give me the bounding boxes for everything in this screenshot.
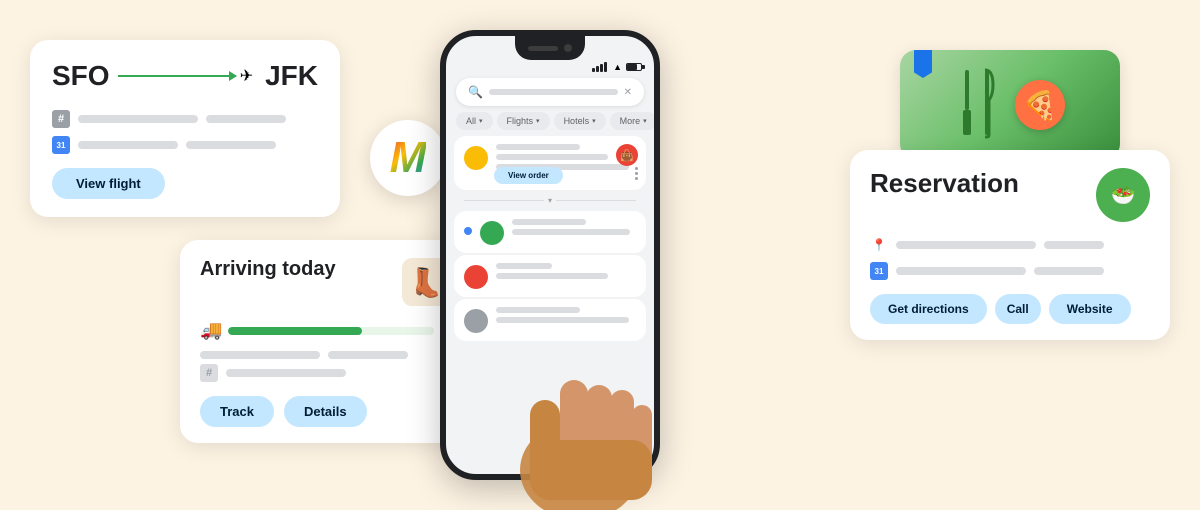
meta-bar-1 bbox=[78, 115, 198, 123]
arriving-bars: # bbox=[200, 351, 450, 382]
flight-arrow-line bbox=[118, 75, 236, 77]
arriving-bar-1 bbox=[200, 351, 320, 359]
email-avatar-2 bbox=[480, 221, 504, 245]
calendar-icon: 31 bbox=[52, 136, 70, 154]
details-button[interactable]: Details bbox=[284, 396, 367, 427]
divider-row: ▾ bbox=[454, 192, 646, 209]
food-card-background: 🍕 bbox=[900, 50, 1120, 160]
email-item-4[interactable] bbox=[454, 299, 646, 341]
chip-1[interactable]: All ▾ bbox=[456, 112, 493, 130]
flight-meta: # 31 bbox=[52, 110, 318, 154]
restaurant-icon: 🥗 bbox=[1096, 168, 1150, 222]
food-icon-svg: 🥗 bbox=[1103, 175, 1143, 215]
filter-chips: All ▾ Flights ▾ Hotels ▾ More ▾ bbox=[446, 112, 654, 136]
food-pizza-icon: 🍕 bbox=[1015, 80, 1065, 130]
meta-bar-3 bbox=[78, 141, 178, 149]
call-button[interactable]: Call bbox=[995, 294, 1041, 324]
flight-card: SFO ✈ JFK # 31 View flight bbox=[30, 40, 340, 217]
phone-speaker bbox=[528, 46, 558, 51]
search-bar-fill bbox=[489, 89, 618, 95]
clear-search-icon[interactable]: ✕ bbox=[624, 87, 632, 98]
flight-route: SFO ✈ JFK bbox=[52, 60, 318, 92]
email-item-3[interactable] bbox=[454, 255, 646, 297]
chip-3[interactable]: Hotels ▾ bbox=[554, 112, 606, 130]
food-card: 🍕 bbox=[900, 50, 1120, 160]
location-icon: 📍 bbox=[870, 236, 888, 254]
reservation-title: Reservation bbox=[870, 168, 1019, 199]
email-list: 👜 View order ▾ bbox=[446, 136, 654, 341]
reservation-buttons: Get directions Call Website bbox=[870, 294, 1150, 324]
phone-notch bbox=[515, 36, 585, 60]
chip-2[interactable]: Flights ▾ bbox=[497, 112, 550, 130]
website-button[interactable]: Website bbox=[1049, 294, 1131, 324]
cutlery-icon bbox=[955, 65, 1015, 145]
hash-icon: # bbox=[52, 110, 70, 128]
reservation-meta: 📍 31 bbox=[870, 236, 1150, 280]
email-item-1[interactable]: 👜 View order bbox=[454, 136, 646, 190]
track-button[interactable]: Track bbox=[200, 396, 274, 427]
flight-meta-row-2: 31 bbox=[52, 136, 318, 154]
phone-search-bar[interactable]: 🔍 ✕ bbox=[456, 78, 644, 106]
reservation-card: Reservation 🥗 📍 31 Get directions Call W… bbox=[850, 150, 1170, 340]
wifi-icon: ▲ bbox=[613, 62, 622, 72]
search-icon: 🔍 bbox=[468, 85, 483, 99]
phone-camera bbox=[564, 44, 572, 52]
expand-icon[interactable]: ▾ bbox=[548, 196, 552, 205]
battery-icon bbox=[626, 63, 642, 71]
flight-meta-row-1: # bbox=[52, 110, 318, 128]
truck-icon: 🚚 bbox=[200, 320, 222, 341]
flight-arrow: ✈ bbox=[118, 66, 258, 86]
email-avatar-4 bbox=[464, 309, 488, 333]
arriving-header: Arriving today 👢 bbox=[200, 258, 450, 306]
chip-arrow-icon: ▾ bbox=[479, 117, 483, 125]
phone-body: ▲ 🔍 ✕ All ▾ Flights ▾ Hotels ▾ bbox=[440, 30, 660, 480]
meta-bar-4 bbox=[186, 141, 276, 149]
arriving-meta-row-2: # bbox=[200, 364, 450, 382]
unread-dot bbox=[464, 227, 472, 235]
plane-icon: ✈ bbox=[240, 66, 253, 86]
email-action-pill[interactable]: View order bbox=[494, 167, 563, 184]
chip-arrow-icon-4: ▾ bbox=[643, 117, 647, 125]
flight-to: JFK bbox=[265, 60, 318, 92]
more-options-icon[interactable] bbox=[635, 167, 638, 180]
email-content-2 bbox=[512, 219, 636, 239]
chip-arrow-icon-2: ▾ bbox=[536, 117, 540, 125]
meta-bar-2 bbox=[206, 115, 286, 123]
progress-fill bbox=[228, 327, 362, 335]
arriving-meta-row-1 bbox=[200, 351, 450, 359]
email-avatar-3 bbox=[464, 265, 488, 289]
svg-text:🥗: 🥗 bbox=[1111, 185, 1136, 207]
arriving-card: Arriving today 👢 🚚 # Track Details bbox=[180, 240, 470, 443]
bookmark-icon bbox=[914, 50, 932, 78]
arriving-title: Arriving today bbox=[200, 258, 336, 281]
email-avatar-1 bbox=[464, 146, 488, 170]
progress-track bbox=[228, 327, 434, 335]
battery-fill bbox=[627, 64, 637, 70]
email-content-4 bbox=[496, 307, 636, 327]
signal-icon bbox=[592, 62, 607, 72]
arriving-bar-3 bbox=[226, 369, 346, 377]
res-meta-row-2: 31 bbox=[870, 262, 1150, 280]
arriving-buttons: Track Details bbox=[200, 396, 450, 427]
res-meta-row-1: 📍 bbox=[870, 236, 1150, 254]
flight-from: SFO bbox=[52, 60, 110, 92]
email-content-3 bbox=[496, 263, 636, 283]
chip-arrow-icon-3: ▾ bbox=[592, 117, 596, 125]
chip-4[interactable]: More ▾ bbox=[610, 112, 654, 130]
gmail-m-icon: M bbox=[390, 133, 427, 183]
get-directions-button[interactable]: Get directions bbox=[870, 294, 987, 324]
bag-badge-icon: 👜 bbox=[616, 144, 638, 166]
gmail-logo: M bbox=[370, 120, 446, 196]
phone[interactable]: ▲ 🔍 ✕ All ▾ Flights ▾ Hotels ▾ bbox=[440, 30, 670, 490]
compose-fab[interactable]: ✏ bbox=[614, 434, 642, 462]
reservation-header: Reservation 🥗 bbox=[870, 168, 1150, 222]
calendar-icon-res: 31 bbox=[870, 262, 888, 280]
hash-icon-2: # bbox=[200, 364, 218, 382]
arriving-bar-2 bbox=[328, 351, 408, 359]
arriving-progress: 🚚 bbox=[200, 320, 450, 341]
email-item-2[interactable] bbox=[454, 211, 646, 253]
view-flight-button[interactable]: View flight bbox=[52, 168, 165, 199]
